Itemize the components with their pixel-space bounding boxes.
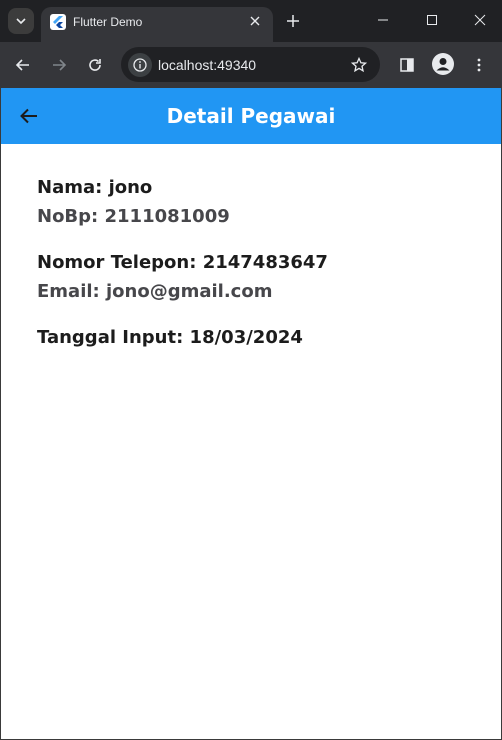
menu-dots-icon[interactable] [467,53,491,77]
nobp-text: NoBp: 2111081009 [37,206,230,227]
window-close-icon[interactable] [465,6,495,34]
nama-text: Nama: jono [37,177,153,198]
back-icon[interactable] [11,53,35,77]
tanggal-input-text: Tanggal Input: 18/03/2024 [37,327,303,348]
page-viewport: Detail Pegawai Nama: jono NoBp: 21110810… [1,88,501,739]
plus-icon[interactable] [283,11,303,31]
browser-toolbar: localhost:49340 [0,42,502,88]
tab-title: Flutter Demo [73,15,143,29]
app-bar: Detail Pegawai [1,88,501,144]
flutter-icon [50,14,66,30]
page-title: Detail Pegawai [166,104,336,128]
address-bar[interactable]: localhost:49340 [121,47,380,82]
forward-icon[interactable] [47,53,71,77]
sidepanel-icon[interactable] [395,53,419,77]
telepon-text: Nomor Telepon: 2147483647 [37,252,328,273]
close-icon[interactable] [247,13,263,29]
tab-flutter-demo[interactable]: Flutter Demo [41,7,273,42]
email-text: Email: jono@gmail.com [37,281,273,302]
tab-search-icon[interactable] [8,8,34,34]
url-text[interactable]: localhost:49340 [158,57,256,73]
minimize-icon[interactable] [368,6,398,34]
tab-strip: Flutter Demo [0,0,502,42]
info-icon[interactable] [128,53,152,77]
profile-icon[interactable] [432,53,454,75]
window-border-left [0,88,1,740]
star-icon[interactable] [347,53,371,77]
reload-icon[interactable] [83,53,107,77]
maximize-icon[interactable] [417,6,447,34]
